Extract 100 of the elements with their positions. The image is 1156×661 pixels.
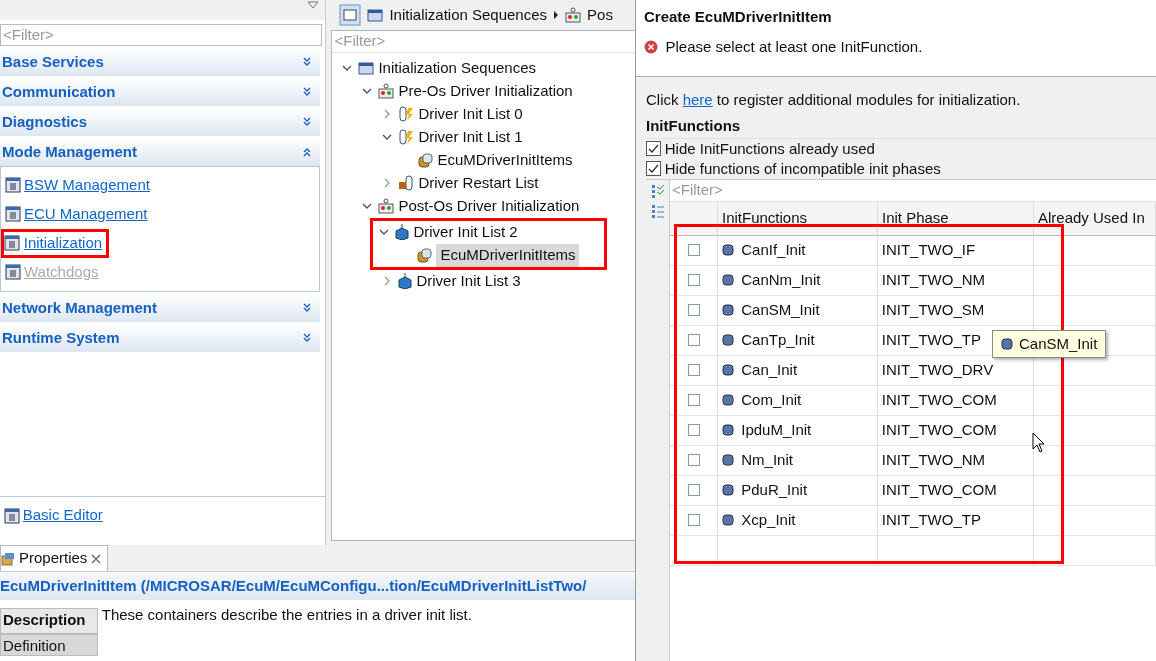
error-message: Please select at least one InitFunction. bbox=[665, 37, 923, 57]
database-icon bbox=[721, 304, 734, 317]
list-icon bbox=[398, 129, 415, 146]
editor-link[interactable]: Basic Editor bbox=[22, 504, 103, 527]
column-header[interactable]: Already Used In bbox=[1034, 201, 1156, 236]
table-cell-text: Xcp_Init bbox=[741, 510, 796, 530]
checkbox[interactable] bbox=[688, 244, 700, 257]
nav-link[interactable]: Initialization bbox=[23, 232, 103, 255]
table-cell: INIT_TWO_COM bbox=[878, 475, 1034, 506]
table-cell: INIT_TWO_IF bbox=[878, 235, 1034, 266]
nav-link[interactable]: BSW Management bbox=[24, 174, 150, 197]
checkbox[interactable] bbox=[688, 424, 700, 437]
expand-icon bbox=[302, 332, 313, 343]
nav-link: Watchdogs bbox=[24, 262, 99, 282]
editor-icon bbox=[339, 4, 362, 26]
tree-item[interactable]: Initialization Sequences bbox=[378, 57, 537, 80]
tree-item[interactable]: Driver Init List 0 bbox=[418, 103, 523, 126]
list-icon bbox=[398, 175, 415, 192]
database-icon bbox=[721, 454, 734, 467]
checkbox[interactable] bbox=[688, 274, 700, 287]
tree-item[interactable]: Driver Restart List bbox=[418, 172, 539, 195]
cube-icon bbox=[398, 273, 413, 290]
checkbox[interactable] bbox=[688, 304, 700, 317]
database-icon bbox=[721, 274, 734, 287]
properties-title: EcuMDriverInitItem (/MICROSAR/EcuM/EcuMConfigu...tion/EcuMDriverInitListTwo/ bbox=[0, 572, 635, 600]
folder-icon bbox=[367, 8, 384, 22]
checkbox[interactable] bbox=[646, 161, 661, 177]
tree-item[interactable]: Post-Os Driver Initialization bbox=[398, 195, 580, 218]
expand-icon bbox=[302, 116, 313, 127]
chevron-icon bbox=[553, 10, 560, 20]
table-cell: INIT_TWO_TP bbox=[878, 505, 1034, 536]
table-cell: INIT_TWO_COM bbox=[878, 385, 1034, 416]
diagram-icon bbox=[565, 7, 582, 23]
diagram-icon bbox=[378, 83, 395, 100]
window-icon bbox=[3, 507, 20, 524]
checkbox[interactable] bbox=[688, 334, 700, 347]
table-cell-text: CanIf_Init bbox=[741, 240, 806, 260]
expand-icon bbox=[302, 302, 313, 313]
checkbox[interactable] bbox=[688, 454, 700, 467]
table-cell-text: IpduM_Init bbox=[741, 420, 812, 440]
description-text: These containers describe the entries in a driver init list. bbox=[101, 604, 472, 625]
checkbox[interactable] bbox=[688, 514, 700, 527]
tree-item[interactable]: Driver Init List 3 bbox=[416, 270, 521, 293]
checkbox[interactable] bbox=[688, 364, 700, 377]
database-icon bbox=[1001, 338, 1013, 350]
breadcrumb-item[interactable]: Initialization Sequences bbox=[389, 3, 548, 27]
view-tab[interactable]: Properties bbox=[0, 545, 109, 571]
expand-icon bbox=[302, 86, 313, 97]
tree-item[interactable]: Driver Init List 2 bbox=[413, 221, 518, 244]
window-icon bbox=[5, 264, 21, 281]
breadcrumb-item[interactable]: Pos bbox=[587, 3, 613, 27]
checkbox[interactable] bbox=[688, 484, 700, 497]
error-icon bbox=[644, 40, 658, 55]
list-icon bbox=[650, 203, 665, 218]
tree-item[interactable]: EcuMDriverInitItems bbox=[436, 244, 580, 267]
database-icon bbox=[721, 514, 734, 527]
window-icon bbox=[4, 235, 20, 252]
check-all-icon bbox=[650, 183, 665, 198]
checkbox[interactable] bbox=[646, 141, 661, 157]
section-header[interactable]: Communication bbox=[0, 77, 321, 106]
database-icon bbox=[721, 484, 734, 497]
close-icon bbox=[91, 553, 102, 564]
database-icon bbox=[417, 247, 433, 263]
database-icon bbox=[721, 394, 734, 407]
expand-icon bbox=[302, 56, 313, 67]
tree-item[interactable]: Driver Init List 1 bbox=[418, 126, 523, 149]
register-link[interactable]: here bbox=[682, 91, 713, 108]
database-icon bbox=[418, 152, 434, 168]
table-cell-text: CanSM_Init bbox=[741, 300, 820, 320]
table-cell: INIT_TWO_NM bbox=[878, 445, 1034, 476]
window-icon bbox=[5, 177, 21, 194]
section-title: InitFunctions bbox=[646, 116, 742, 137]
window-icon bbox=[5, 206, 21, 223]
table-cell-text: CanNm_Init bbox=[741, 270, 821, 290]
tree-item[interactable]: EcuMDriverInitItems bbox=[437, 149, 573, 172]
nav-link[interactable]: ECU Management bbox=[24, 203, 148, 226]
checkbox[interactable] bbox=[688, 394, 700, 407]
table-cell: INIT_TWO_NM bbox=[878, 265, 1034, 296]
cube-icon bbox=[395, 224, 410, 241]
table-cell-text: Can_Init bbox=[741, 360, 798, 380]
list-icon bbox=[398, 106, 415, 123]
properties-icon bbox=[1, 551, 15, 566]
table-cell-text: PduR_Init bbox=[741, 480, 808, 500]
register-text: Click here to register additional modules for initialization. bbox=[646, 90, 1022, 110]
view-menu-icon bbox=[307, 0, 320, 10]
checkbox-label: Hide InitFunctions already used bbox=[664, 138, 875, 159]
tooltip: CanSM_Init bbox=[992, 329, 1107, 359]
side-tab[interactable]: Description bbox=[0, 607, 98, 634]
side-tab[interactable]: Definition bbox=[0, 633, 98, 656]
diagram-icon bbox=[378, 198, 395, 215]
table-cell: INIT_TWO_SM bbox=[878, 295, 1034, 326]
section-header[interactable]: Runtime System bbox=[0, 323, 321, 352]
dialog-title: Create EcuMDriverInitItem bbox=[644, 7, 833, 27]
cursor-icon bbox=[1032, 431, 1046, 454]
collapse-icon bbox=[302, 146, 313, 157]
table-cell-text: Com_Init bbox=[741, 390, 802, 410]
section-header[interactable]: Mode Management bbox=[0, 137, 321, 166]
folder-icon bbox=[358, 61, 375, 76]
database-icon bbox=[721, 364, 734, 377]
tree-item[interactable]: Pre-Os Driver Initialization bbox=[398, 80, 573, 103]
